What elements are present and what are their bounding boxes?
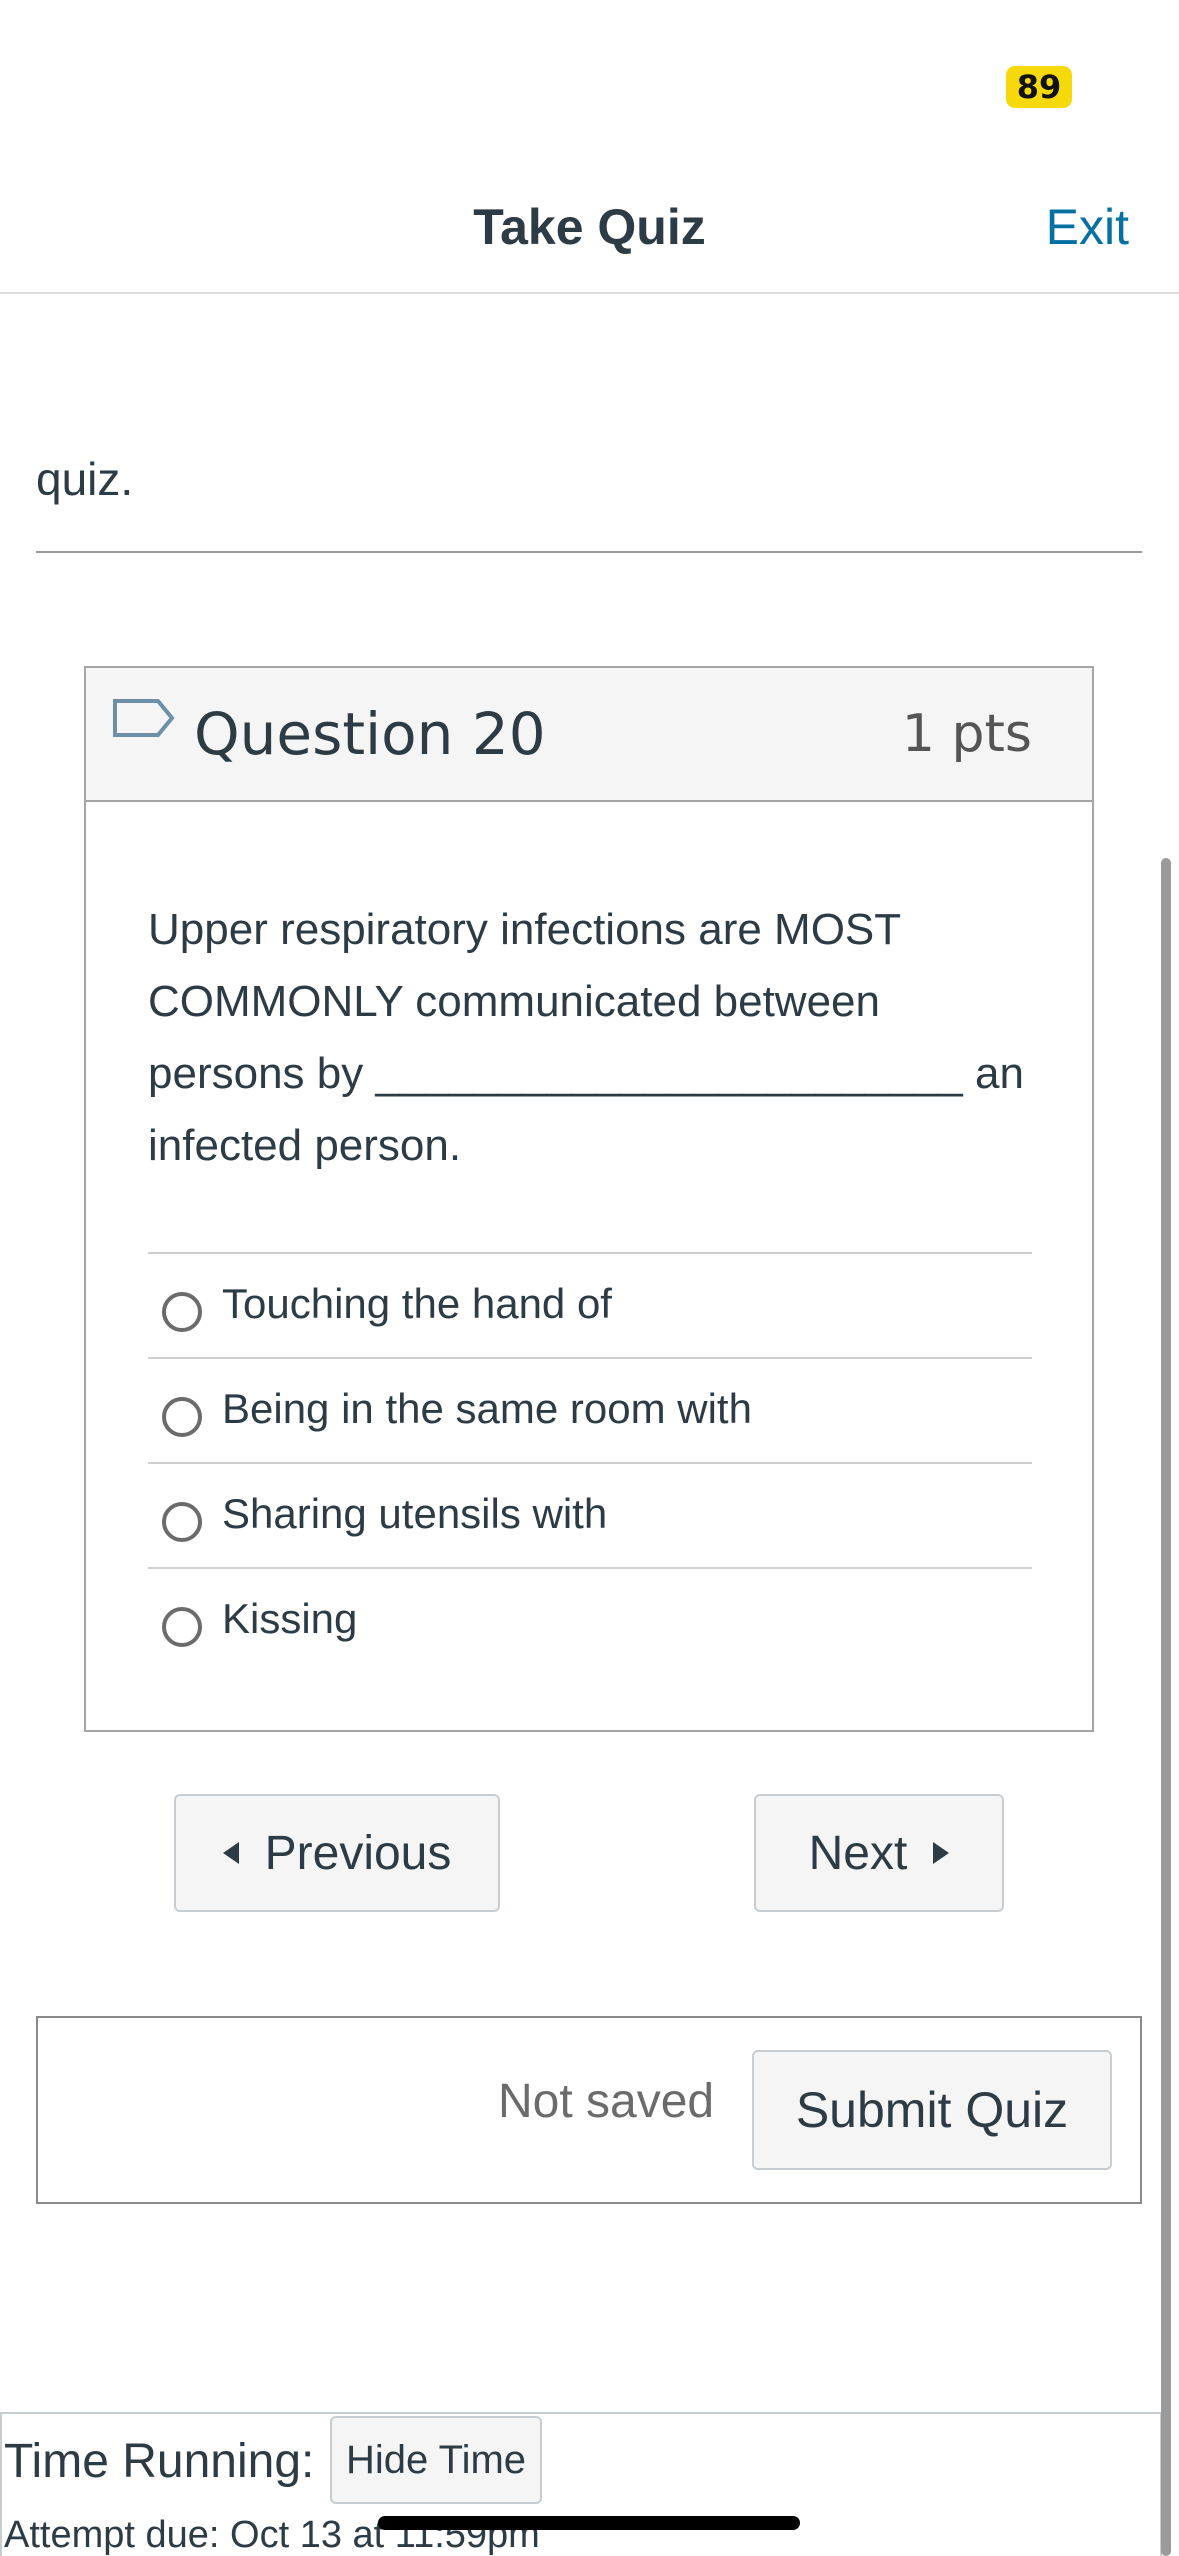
save-status: Not saved bbox=[498, 2075, 715, 2128]
page-title: Take Quiz bbox=[473, 199, 706, 255]
next-label: Next bbox=[808, 1826, 908, 1880]
scrollbar[interactable] bbox=[1161, 858, 1171, 2556]
answer-label: Sharing utensils with bbox=[222, 1490, 608, 1537]
quiz-header: Take Quiz Exit bbox=[0, 170, 1179, 294]
previous-button[interactable]: Previous bbox=[174, 1794, 500, 1912]
submit-panel: Not saved Submit Quiz bbox=[36, 2016, 1142, 2204]
answer-label: Touching the hand of bbox=[222, 1280, 612, 1327]
divider bbox=[36, 551, 1142, 553]
question-header: Question 20 1 pts bbox=[86, 668, 1092, 802]
question-points: 1 pts bbox=[901, 704, 1032, 764]
radio-button[interactable] bbox=[162, 1292, 202, 1332]
timer-bar: Time Running: Hide Time Attempt due: Oct… bbox=[0, 2412, 1162, 2556]
radio-button[interactable] bbox=[162, 1607, 202, 1647]
radio-button[interactable] bbox=[162, 1397, 202, 1437]
intro-text: quiz. bbox=[36, 453, 134, 505]
submit-quiz-button[interactable]: Submit Quiz bbox=[752, 2050, 1112, 2170]
previous-label: Previous bbox=[264, 1826, 452, 1880]
triangle-left-icon bbox=[222, 1842, 239, 1864]
exit-link[interactable]: Exit bbox=[1046, 198, 1129, 256]
answer-option[interactable]: Kissing bbox=[148, 1567, 1032, 1672]
hide-time-button[interactable]: Hide Time bbox=[330, 2416, 542, 2504]
timer-label: Time Running: bbox=[4, 2435, 315, 2488]
flag-icon[interactable] bbox=[112, 698, 176, 752]
triangle-right-icon bbox=[933, 1842, 950, 1864]
answer-option[interactable]: Sharing utensils with bbox=[148, 1462, 1032, 1567]
home-indicator bbox=[378, 2516, 800, 2530]
next-button[interactable]: Next bbox=[754, 1794, 1004, 1912]
answer-option[interactable]: Being in the same room with bbox=[148, 1357, 1032, 1462]
question-title: Question 20 bbox=[194, 700, 546, 768]
answer-label: Being in the same room with bbox=[222, 1385, 752, 1432]
question-card: Question 20 1 pts Upper respiratory infe… bbox=[84, 666, 1094, 1732]
answer-list: Touching the hand of Being in the same r… bbox=[148, 1252, 1032, 1672]
notification-badge: 89 bbox=[1006, 66, 1072, 108]
answer-option[interactable]: Touching the hand of bbox=[148, 1252, 1032, 1357]
radio-button[interactable] bbox=[162, 1502, 202, 1542]
answer-label: Kissing bbox=[222, 1595, 358, 1642]
question-text: Upper respiratory infections are MOST CO… bbox=[148, 905, 1024, 1170]
